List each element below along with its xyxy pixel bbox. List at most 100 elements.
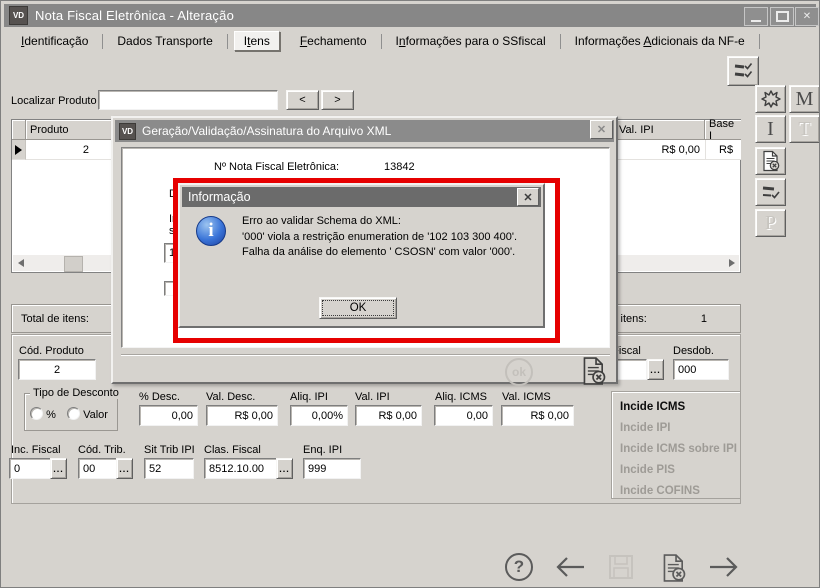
document-cancel-icon	[579, 356, 609, 386]
grid-cell-base-ipi[interactable]: R$	[705, 140, 741, 160]
error-message: Erro ao validar Schema do XML: '000' vio…	[242, 214, 540, 261]
clas-fiscal-browse-button[interactable]: ...	[276, 458, 293, 479]
validate-items-button[interactable]	[727, 56, 759, 86]
val-ipi-label: Val. IPI	[355, 391, 390, 403]
cod-produto-field[interactable]	[18, 359, 96, 380]
app-icon: VD	[9, 6, 28, 25]
grid-cell-val-ipi[interactable]: R$ 0,00	[615, 140, 705, 160]
nfe-number-label: Nº Nota Fiscal Eletrônica:	[214, 161, 339, 173]
ellipsis-icon: ...	[279, 464, 290, 474]
xml-cancel-button[interactable]	[579, 356, 609, 386]
close-icon: ✕	[597, 123, 606, 136]
tab-label: Itens	[244, 34, 270, 48]
tab-fechamento[interactable]: Fechamento	[286, 31, 381, 51]
window-titlebar: VD Nota Fiscal Eletrônica - Alteração	[4, 4, 816, 27]
pct-desc-label: % Desc.	[139, 391, 180, 403]
maximize-button[interactable]	[770, 7, 794, 26]
error-line-3: Falha da análise do elemento ' CSOSN' co…	[242, 245, 540, 261]
maximize-icon	[776, 11, 789, 22]
cell-value: 2	[83, 144, 89, 156]
confirm-list-button[interactable]	[755, 178, 786, 206]
ellipsis-icon: ...	[650, 365, 661, 375]
error-highlight-annotation: Informação ✕ i Erro ao validar Schema do…	[173, 178, 560, 343]
cod-produto-label: Cód. Produto	[19, 345, 84, 357]
xml-dialog-close-button[interactable]: ✕	[590, 120, 613, 139]
tab-label: Informações para o SSfiscal	[396, 34, 546, 48]
scrollbar-thumb[interactable]	[64, 256, 83, 272]
locator-input[interactable]	[98, 90, 278, 110]
sit-trib-ipi-field[interactable]	[144, 458, 194, 479]
tab-itens[interactable]: Itens	[234, 31, 280, 51]
help-button[interactable]: ?	[505, 553, 533, 581]
arrow-right-icon	[707, 553, 743, 581]
previous-record-button[interactable]	[551, 553, 587, 581]
clas-fiscal-field[interactable]	[204, 458, 277, 479]
desdob-field[interactable]	[673, 359, 729, 380]
save-disk-icon	[607, 553, 635, 581]
info-glyph: i	[208, 220, 213, 242]
cancel-nfe-button[interactable]	[659, 553, 689, 583]
inc-fiscal-label: Inc. Fiscal	[11, 444, 61, 456]
tab-informacoes-ssfiscal[interactable]: Informações para o SSfiscal	[382, 31, 560, 51]
radio-valor-circle[interactable]	[67, 407, 80, 420]
grid-header-produto[interactable]: Produto	[26, 120, 114, 140]
tab-label: Dados Transporte	[117, 34, 212, 48]
inc-fiscal-field[interactable]	[9, 458, 51, 479]
inc-fiscal-browse-button[interactable]: ...	[50, 458, 67, 479]
tab-separator	[227, 34, 228, 49]
cod-trib-label: Cód. Trib.	[78, 444, 126, 456]
tab-informacoes-adicionais[interactable]: Informações Adicionais da NF-e	[561, 31, 759, 51]
val-desc-field[interactable]	[206, 405, 278, 426]
radio-valor[interactable]: Valor	[67, 407, 108, 421]
t-button-disabled: T	[789, 115, 820, 143]
list-double-check-icon	[733, 61, 753, 81]
val-icms-field[interactable]	[501, 405, 574, 426]
cancel-document-button[interactable]	[755, 147, 786, 175]
radio-percent[interactable]: %	[30, 407, 56, 421]
scroll-right-button[interactable]	[725, 257, 738, 269]
next-record-button[interactable]	[707, 553, 743, 581]
incide-pis: Incide PIS	[620, 460, 740, 481]
info-close-button[interactable]: ✕	[517, 188, 539, 206]
ellipsis-icon: ...	[119, 464, 130, 474]
tab-bar: Identificação Dados Transporte Itens Fec…	[7, 29, 813, 53]
grid-row-selector	[12, 140, 26, 160]
info-titlebar: Informação	[182, 187, 541, 207]
cod-trib-browse-button[interactable]: ...	[116, 458, 133, 479]
grid-cell-produto[interactable]: 2	[26, 140, 114, 160]
radio-percent-circle[interactable]	[30, 407, 43, 420]
aliq-icms-field[interactable]	[434, 405, 493, 426]
fiscal-browse-button[interactable]: ...	[647, 359, 664, 380]
val-desc-label: Val. Desc.	[206, 391, 255, 403]
total-itens-value: 1	[701, 313, 707, 325]
tab-identificacao[interactable]: Identificação	[7, 31, 102, 51]
t-letter-icon: T	[798, 119, 810, 139]
desdob-label: Desdob.	[673, 345, 714, 357]
close-button[interactable]: ✕	[795, 7, 819, 26]
minimize-button[interactable]	[744, 7, 768, 26]
next-button[interactable]: >	[321, 90, 354, 110]
burst-button[interactable]	[755, 85, 786, 113]
locator-label: Localizar Produto	[11, 95, 97, 107]
prev-button[interactable]: <	[286, 90, 319, 110]
grid-header-base-ipi[interactable]: Base I	[705, 120, 741, 140]
clas-fiscal-label: Clas. Fiscal	[204, 444, 261, 456]
xml-dialog-separator	[121, 354, 610, 355]
pct-desc-field[interactable]	[139, 405, 198, 426]
total-itens-value-strip: s itens: 1	[607, 304, 741, 333]
nfe-number-value: 13842	[384, 161, 415, 173]
grid-header-val-ipi[interactable]: Val. IPI	[615, 120, 705, 140]
prev-label: <	[299, 94, 305, 106]
enq-ipi-field[interactable]	[303, 458, 361, 479]
window-title: Nota Fiscal Eletrônica - Alteração	[35, 8, 234, 23]
cod-trib-field[interactable]	[78, 458, 117, 479]
val-ipi-field[interactable]	[355, 405, 422, 426]
aliq-ipi-field[interactable]	[290, 405, 348, 426]
m-button[interactable]: M	[789, 85, 820, 113]
i-button[interactable]: I	[755, 115, 786, 143]
ok-button[interactable]: OK	[319, 297, 397, 319]
ok-circle-label: ok	[512, 365, 526, 379]
close-icon: ✕	[803, 11, 811, 22]
tab-dados-transporte[interactable]: Dados Transporte	[103, 31, 226, 51]
scroll-left-button[interactable]	[14, 257, 27, 269]
